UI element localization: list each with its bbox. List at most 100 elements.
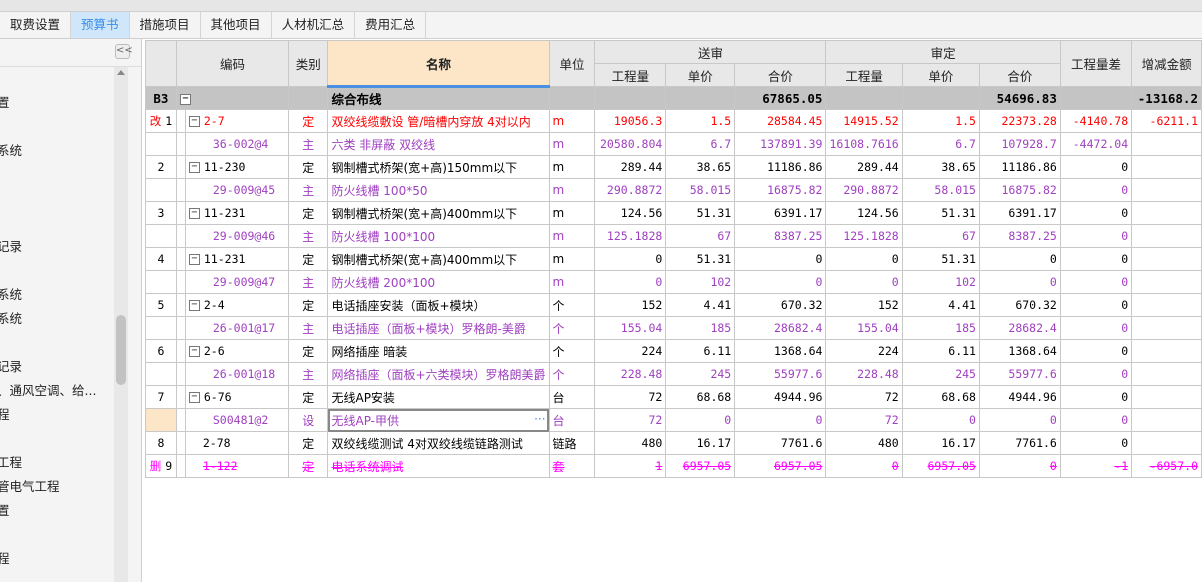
sidebar-item[interactable]: 系统 <box>0 308 22 327</box>
name-cell[interactable]: 网络插座（面板+六类模块）罗格朗美爵 <box>327 362 550 386</box>
ap-cell[interactable]: 102 <box>901 270 980 294</box>
ap-cell[interactable]: 6.11 <box>901 339 980 363</box>
table-row[interactable]: 26-001@17 主 电话插座（面板+模块）罗格朗-美爵 个 155.04 185 286… <box>145 316 1202 340</box>
table-row[interactable]: 改 1−2-7 定双绞线缆敷设 管/暗槽内穿放 4对以内 m 19056.3 1.5 285… <box>145 109 1202 133</box>
table-row[interactable]: S00481@2 设 无线AP-甲供 ··· 台 72 0 0 72 0 0 0 <box>145 408 1202 432</box>
header-type[interactable]: 类别 <box>288 40 329 87</box>
header-qty-diff[interactable]: 工程量差 <box>1059 40 1133 87</box>
tab-5[interactable]: 费用汇总 <box>355 12 427 38</box>
collapse-icon[interactable]: − <box>188 162 200 173</box>
tab-1[interactable]: 预算书 <box>71 12 130 38</box>
name-cell[interactable]: 电话插座（面板+模块）罗格朗-美爵 <box>327 316 550 340</box>
table-row[interactable]: 5 −2-4 定 电话插座安装（面板+模块） 个 152 4.41 670.32 152 4.41… <box>145 293 1202 317</box>
table-row[interactable]: 8 2-78 定 双绞线缆测试 4对双绞线缆链路测试 链路 480 16.17 7761.6 4… <box>145 431 1202 455</box>
table-row[interactable]: 4 −11-231 定 钢制槽式桥架(宽+高)400mm以下 m 0 51.31 0 0 51.3… <box>145 247 1202 271</box>
header-change[interactable]: 增减金额 <box>1131 40 1202 87</box>
table-row[interactable]: 26-001@18 主 网络插座（面板+六类模块）罗格朗美爵个 228.48 245 55… <box>145 362 1202 386</box>
collapse-icon[interactable]: − <box>179 93 191 105</box>
table-row[interactable]: 2 −11-230 定 钢制槽式桥架(宽+高)150mm以下 m 289.44 38.65 1… <box>145 155 1202 179</box>
name-cell[interactable]: 钢制槽式桥架(宽+高)400mm以下 <box>327 201 550 225</box>
sidebar-item[interactable]: 置 <box>0 500 10 519</box>
code-cell[interactable]: 29-009@45 <box>175 178 290 202</box>
header-submit-total[interactable]: 合价 <box>734 63 827 87</box>
sidebar-item[interactable]: 系统 <box>0 140 22 159</box>
code-cell[interactable]: 26-001@17 <box>175 316 290 340</box>
sidebar-item[interactable]: 记录 <box>0 236 22 255</box>
aq-cell[interactable]: 228.48 <box>825 362 903 386</box>
name-cell[interactable]: 防火线槽 100*100 <box>327 224 550 248</box>
tab-4[interactable]: 人材机汇总 <box>272 12 356 38</box>
scroll-up-icon[interactable] <box>117 70 125 75</box>
name-cell[interactable]: 网络插座 暗装 <box>327 339 550 363</box>
aq-cell[interactable]: 72 <box>825 408 903 432</box>
ap-cell[interactable]: 58.015 <box>901 178 980 202</box>
aq-cell[interactable]: 0 <box>825 270 903 294</box>
tab-3[interactable]: 其他项目 <box>201 12 272 38</box>
header-approved-total[interactable]: 合价 <box>978 63 1061 87</box>
name-cell[interactable]: 六类 非屏蔽 双绞线 <box>327 132 550 156</box>
ap-cell[interactable]: 6957.05 <box>901 454 980 478</box>
ap-cell[interactable]: 51.31 <box>901 247 980 271</box>
name-cell[interactable]: 防火线槽 100*50 <box>327 178 550 202</box>
code-cell[interactable]: −2-6 <box>175 339 290 363</box>
code-cell[interactable]: 1-122 <box>175 454 290 478</box>
table-row[interactable]: 删 9 1-122 定 电话系统调试 套 1 6957.05 6957.05 0 6957.05 0 -… <box>145 454 1202 478</box>
aq-cell[interactable]: 14915.52 <box>825 109 903 133</box>
header-approved-qty[interactable]: 工程量 <box>825 63 903 87</box>
aq-cell[interactable]: 125.1828 <box>825 224 903 248</box>
code-cell[interactable]: 29-009@46 <box>175 224 290 248</box>
sidebar-item[interactable]: 程 <box>0 548 10 567</box>
code-cell[interactable]: 29-009@47 <box>175 270 290 294</box>
name-cell[interactable]: 无线AP-甲供 ··· <box>327 408 550 432</box>
group-toggle[interactable]: − <box>175 86 290 110</box>
scrollbar-thumb[interactable] <box>116 315 126 385</box>
ap-cell[interactable]: 0 <box>901 408 980 432</box>
aq-cell[interactable]: 480 <box>825 431 903 455</box>
sidebar-scrollbar[interactable] <box>114 67 128 582</box>
sidebar-item[interactable]: 程 <box>0 404 10 423</box>
ap-cell[interactable]: 1.5 <box>901 109 980 133</box>
name-cell[interactable]: 双绞线缆测试 4对双绞线缆链路测试 <box>327 431 550 455</box>
aq-cell[interactable]: 124.56 <box>825 201 903 225</box>
aq-cell[interactable]: 155.04 <box>825 316 903 340</box>
header-submit-qty[interactable]: 工程量 <box>594 63 667 87</box>
ap-cell[interactable]: 68.68 <box>901 385 980 409</box>
collapse-icon[interactable]: − <box>188 392 200 403</box>
ap-cell[interactable]: 6.7 <box>901 132 980 156</box>
aq-cell[interactable]: 152 <box>825 293 903 317</box>
aq-cell[interactable]: 0 <box>825 454 903 478</box>
tab-2[interactable]: 措施项目 <box>130 12 201 38</box>
aq-cell[interactable]: 72 <box>825 385 903 409</box>
sidebar-item[interactable]: 置 <box>0 92 10 111</box>
code-cell[interactable]: −11-230 <box>175 155 290 179</box>
code-cell[interactable]: −2-7 <box>175 109 290 133</box>
header-submit-price[interactable]: 单价 <box>665 63 736 87</box>
collapse-icon[interactable]: − <box>188 116 200 127</box>
table-row[interactable]: 3 −11-231 定 钢制槽式桥架(宽+高)400mm以下 m 124.56 51.31 6… <box>145 201 1202 225</box>
aq-cell[interactable]: 290.8872 <box>825 178 903 202</box>
table-row[interactable]: 36-002@4 主 六类 非屏蔽 双绞线 m 20580.804 6.7 137891.3… <box>145 132 1202 156</box>
collapse-icon[interactable]: − <box>188 208 200 219</box>
collapse-icon[interactable]: − <box>188 254 200 265</box>
header-code[interactable]: 编码 <box>175 40 290 87</box>
table-row[interactable]: 7 −6-76 定 无线AP安装 台 72 68.68 4944.96 72 68.68 4944.… <box>145 385 1202 409</box>
code-cell[interactable]: 2-78 <box>175 431 290 455</box>
sidebar-item[interactable]: 工程 <box>0 452 22 471</box>
code-cell[interactable]: 36-002@4 <box>175 132 290 156</box>
aq-cell[interactable]: 0 <box>825 247 903 271</box>
code-cell[interactable]: −6-76 <box>175 385 290 409</box>
aq-cell[interactable]: 16108.7616 <box>825 132 903 156</box>
more-icon[interactable]: ··· <box>534 412 545 426</box>
header-name[interactable]: 名称 <box>327 40 550 88</box>
ap-cell[interactable]: 38.65 <box>901 155 980 179</box>
tab-0[interactable]: 取费设置 <box>0 12 72 38</box>
table-row[interactable]: 29-009@47 主 防火线槽 200*100 m 0 102 0 0 102 0 0 <box>145 270 1202 294</box>
sidebar-item[interactable]: 、通风空调、给... <box>0 380 96 399</box>
collapse-icon[interactable]: − <box>188 346 200 357</box>
name-cell[interactable]: 钢制槽式桥架(宽+高)400mm以下 <box>327 247 550 271</box>
ap-cell[interactable]: 185 <box>901 316 980 340</box>
aq-cell[interactable]: 224 <box>825 339 903 363</box>
sidebar-item[interactable]: 记录 <box>0 356 22 375</box>
name-cell[interactable]: 无线AP安装 <box>327 385 550 409</box>
code-cell[interactable]: −2-4 <box>175 293 290 317</box>
